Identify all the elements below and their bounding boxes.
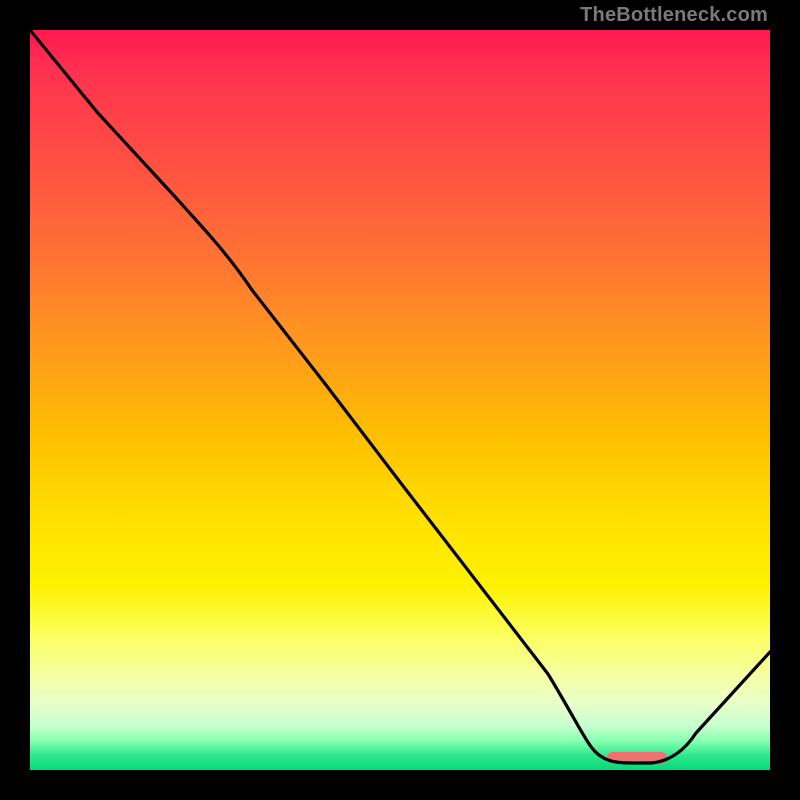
chart-frame: TheBottleneck.com — [0, 0, 800, 800]
bottleneck-curve — [30, 30, 770, 763]
chart-svg — [30, 30, 770, 770]
watermark-text: TheBottleneck.com — [580, 4, 768, 27]
plot-area — [30, 30, 770, 770]
